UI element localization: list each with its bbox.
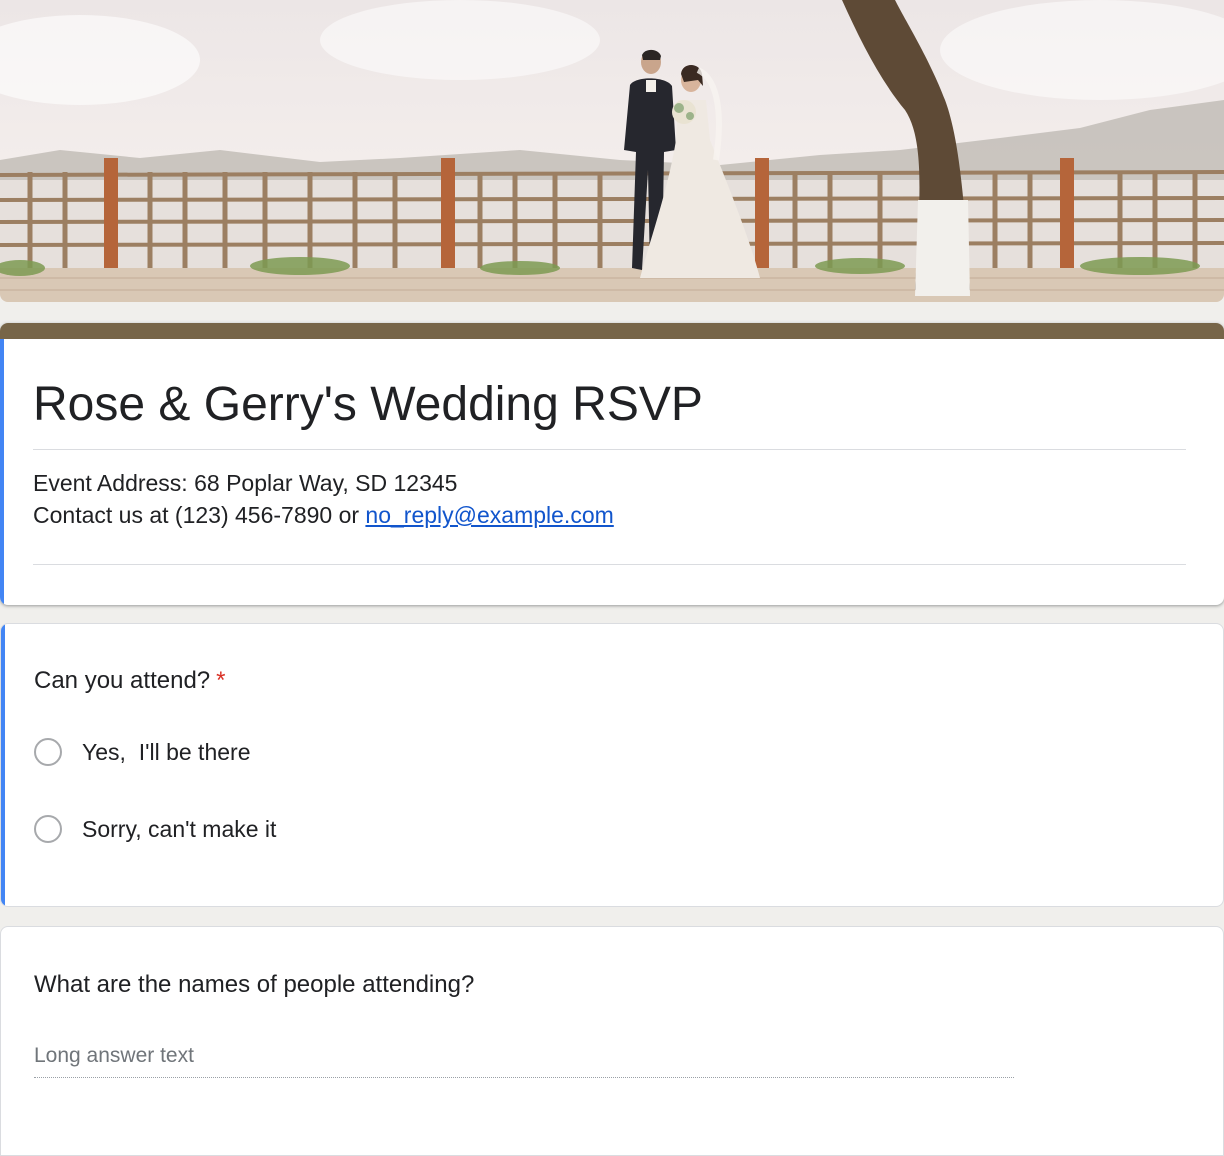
question-title: Can you attend? * — [34, 665, 225, 697]
form-description-contact: Contact us at (123) 456-7890 or no_reply… — [33, 499, 614, 531]
question-title: What are the names of people attending? — [34, 971, 475, 998]
radio-option-label[interactable]: Yes, I'll be there — [82, 739, 250, 766]
question-card-attendee-names[interactable]: What are the names of people attending? … — [0, 926, 1224, 1156]
radio-button[interactable] — [34, 738, 62, 766]
description-divider — [33, 564, 1186, 565]
form-title: Rose & Gerry's Wedding RSVP — [33, 378, 703, 431]
radio-option-no[interactable]: Sorry, can't make it — [34, 812, 276, 846]
form-description-address: Event Address: 68 Poplar Way, SD 12345 — [33, 470, 458, 496]
radio-option-yes[interactable]: Yes, I'll be there — [34, 735, 250, 769]
focus-indicator — [0, 339, 4, 605]
focus-indicator — [1, 624, 5, 906]
radio-button[interactable] — [34, 815, 62, 843]
header-banner-image — [0, 0, 1224, 302]
contact-prefix: Contact us at (123) 456-7890 or — [33, 502, 366, 528]
question-card-attendance[interactable]: Can you attend? * Yes, I'll be there Sorr… — [0, 623, 1224, 907]
question-title-text: Can you attend? — [34, 667, 211, 694]
contact-email-link[interactable]: no_reply@example.com — [365, 502, 613, 528]
form-header-card: Rose & Gerry's Wedding RSVP Event Addres… — [0, 323, 1224, 605]
title-divider — [33, 449, 1186, 450]
required-asterisk: * — [216, 667, 226, 694]
long-answer-input[interactable]: Long answer text — [34, 1040, 1014, 1078]
radio-option-label[interactable]: Sorry, can't make it — [82, 816, 276, 843]
theme-color-bar — [0, 323, 1224, 339]
